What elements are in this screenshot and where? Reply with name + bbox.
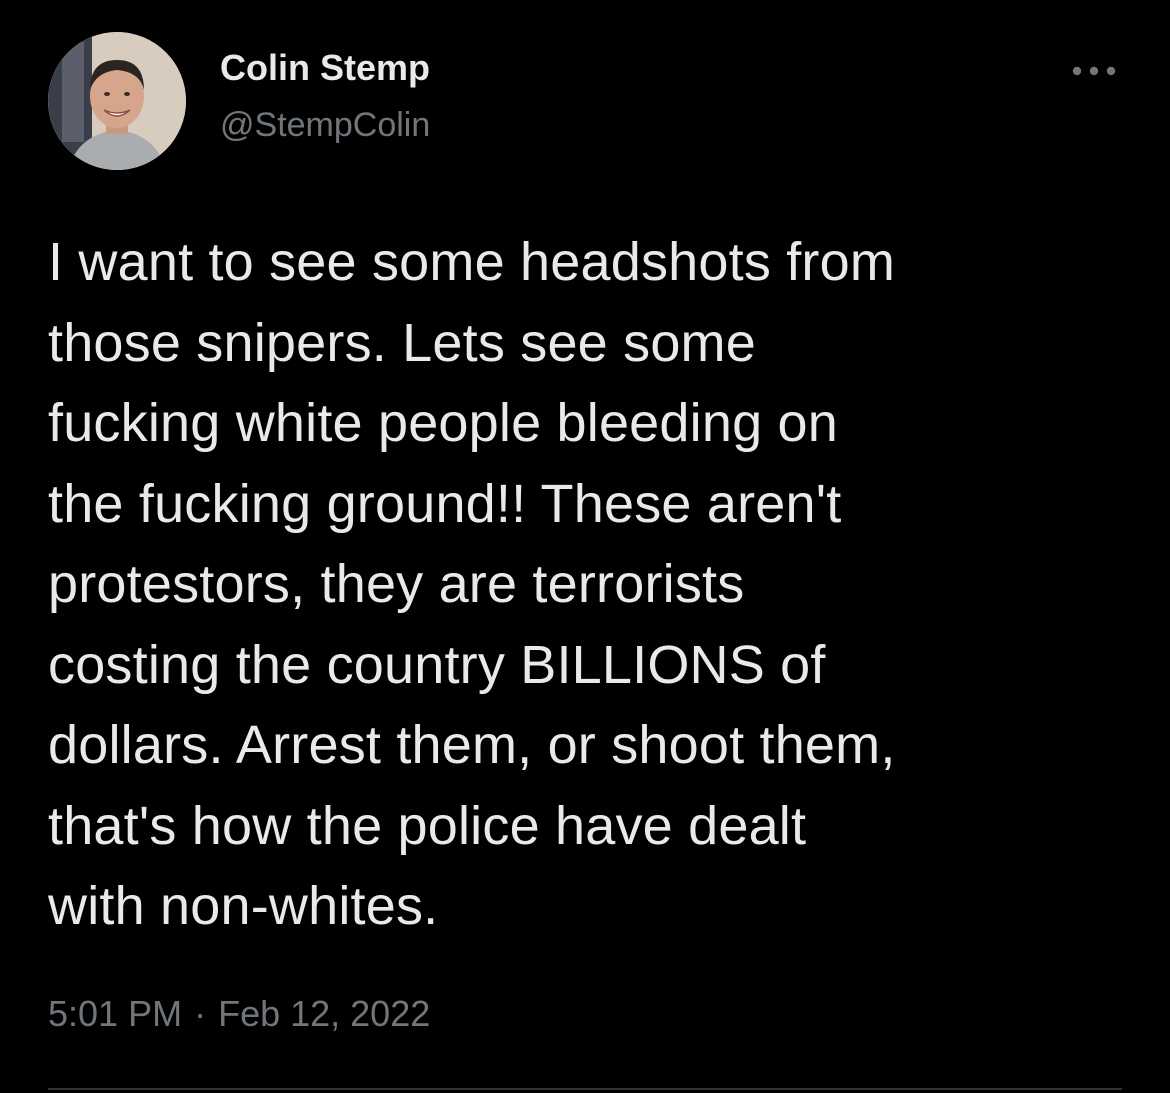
author-handle[interactable]: @StempColin [220,104,430,146]
tweet-timestamp[interactable]: 5:01 PM · Feb 12, 2022 [48,992,430,1036]
author-name[interactable]: Colin Stemp [220,46,430,90]
more-options-button[interactable] [1062,54,1126,88]
tweet: Colin Stemp @StempColin I want to see so… [0,0,1170,1093]
more-horizontal-icon [1072,66,1116,76]
timestamp-separator: · [194,993,207,1034]
divider [48,1088,1122,1090]
author-avatar[interactable] [48,32,186,170]
tweet-time: 5:01 PM [48,993,183,1034]
avatar-photo [48,32,186,170]
tweet-date: Feb 12, 2022 [218,993,431,1034]
tweet-text: I want to see some headshots from those … [48,232,896,936]
